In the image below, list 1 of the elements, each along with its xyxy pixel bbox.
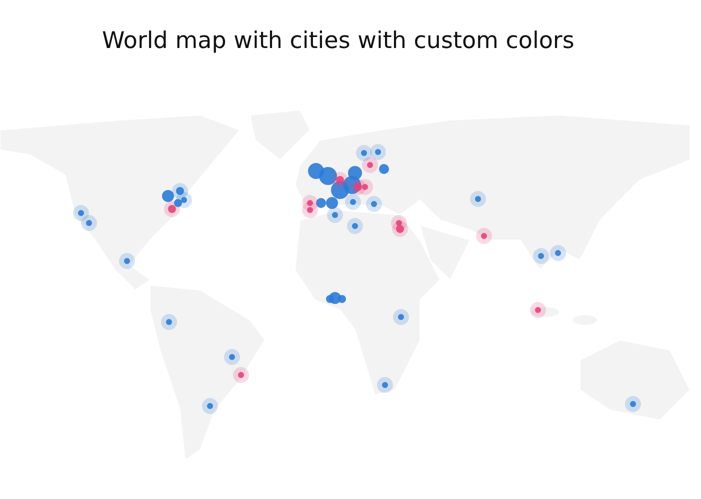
chart-title: World map with cities with custom colors bbox=[101, 27, 576, 56]
